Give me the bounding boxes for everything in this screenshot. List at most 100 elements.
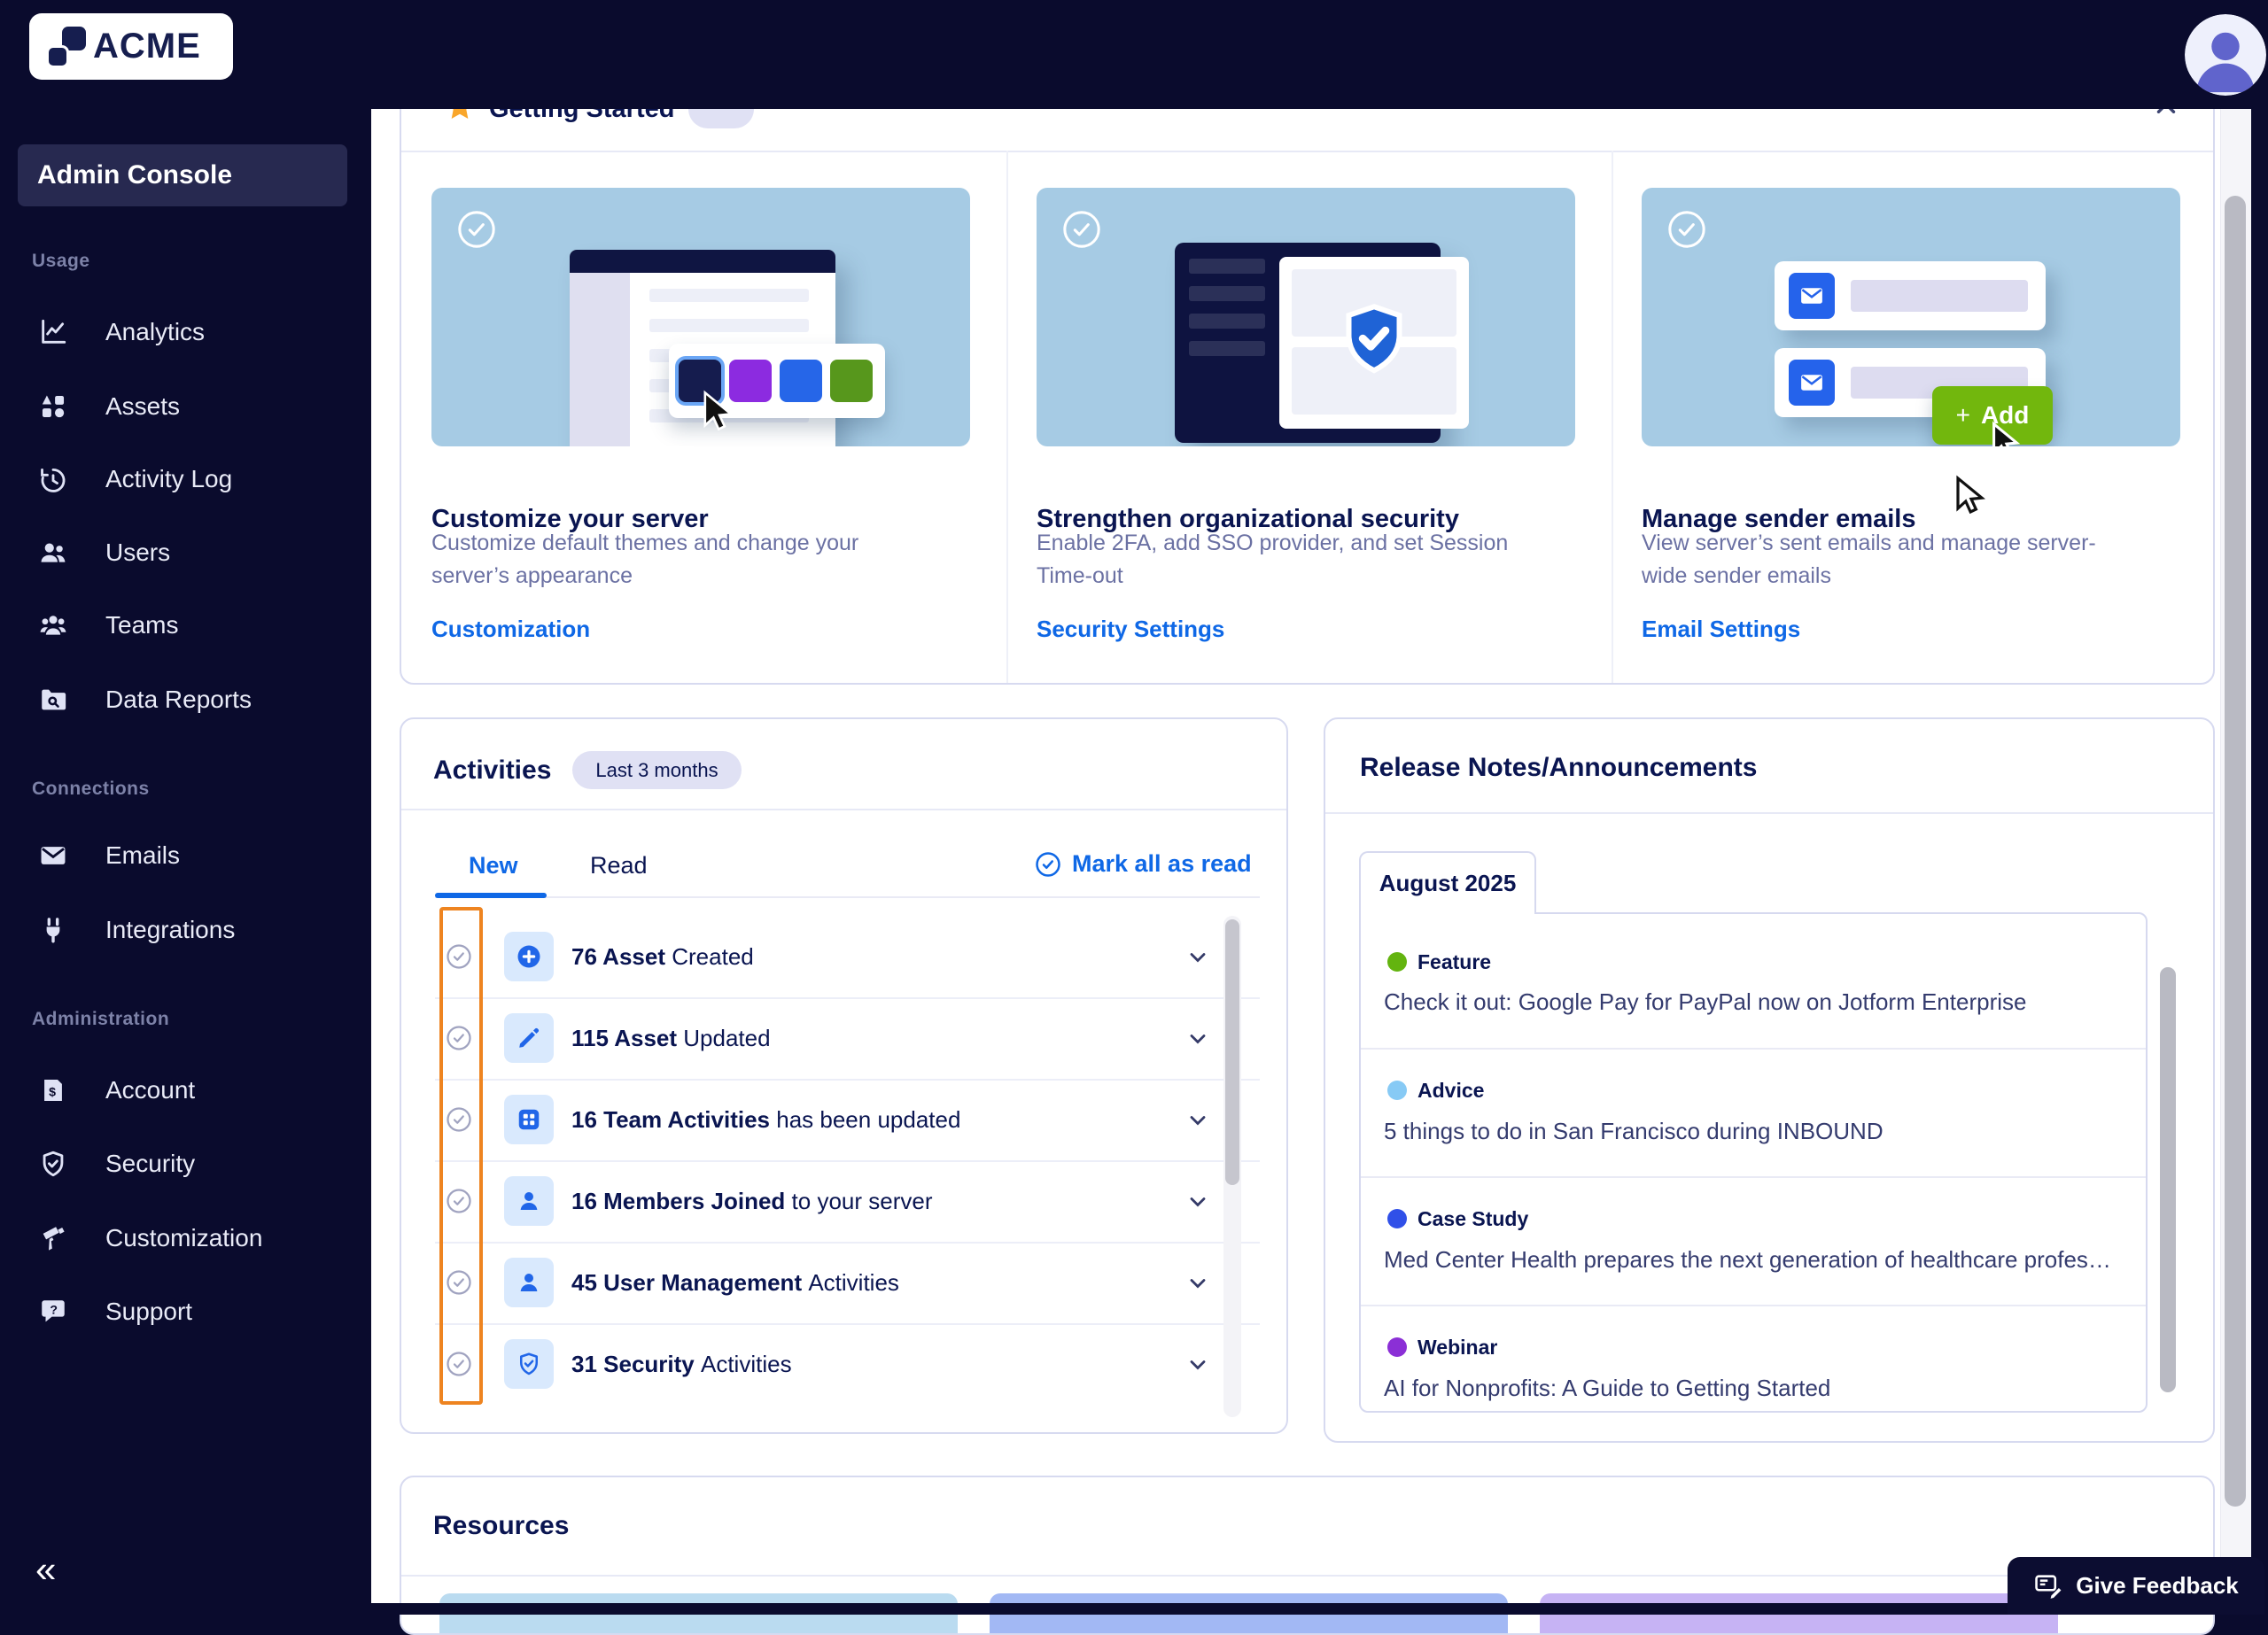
email-row bbox=[1775, 261, 2046, 330]
chevron-down-icon[interactable] bbox=[1185, 1271, 1210, 1300]
card-description: View server’s sent emails and manage ser… bbox=[1642, 531, 2096, 588]
release-notes-card: Release Notes/Announcements August 2025 … bbox=[1324, 717, 2215, 1443]
entry-divider bbox=[1361, 1048, 2146, 1050]
integrations-icon bbox=[37, 914, 69, 946]
shield-check-icon bbox=[504, 1339, 554, 1389]
advice-dot bbox=[1387, 1081, 1407, 1100]
cursor-icon bbox=[695, 388, 742, 438]
sender-emails-illustration: + Add bbox=[1642, 188, 2180, 446]
highlight-box bbox=[439, 907, 483, 1405]
chevron-down-icon[interactable] bbox=[1185, 1027, 1210, 1056]
tab-track bbox=[435, 896, 1260, 898]
assets-icon bbox=[37, 391, 69, 422]
divider bbox=[401, 809, 1286, 810]
activity-row-security[interactable]: 31 Security Activities bbox=[435, 1323, 1260, 1405]
divider bbox=[1325, 812, 2213, 814]
activities-card: Activities Last 3 months New Read .tab{t… bbox=[400, 717, 1288, 1434]
activity-log-icon bbox=[37, 463, 69, 495]
plus-circle-icon bbox=[504, 932, 554, 981]
sidebar-item-activity-log[interactable]: Activity Log bbox=[18, 454, 354, 504]
activity-row-asset-created[interactable]: 76 Asset Created bbox=[435, 916, 1260, 997]
emails-icon bbox=[37, 840, 69, 872]
plus-icon: + bbox=[1955, 401, 1970, 429]
entry-divider bbox=[1361, 1176, 2146, 1178]
chevron-down-icon[interactable] bbox=[1185, 1189, 1210, 1219]
sidebar-item-users[interactable]: Users bbox=[18, 528, 354, 577]
collapse-sidebar-button[interactable]: « bbox=[35, 1548, 56, 1591]
activity-row-user-management[interactable]: 45 User Management Activities bbox=[435, 1242, 1260, 1323]
sidebar-item-security[interactable]: Security bbox=[18, 1139, 354, 1189]
data-reports-icon bbox=[37, 684, 69, 716]
user-avatar[interactable] bbox=[2185, 14, 2266, 96]
customization-link[interactable]: Customization bbox=[431, 616, 590, 643]
security-illustration bbox=[1037, 188, 1575, 446]
activities-scrollbar-thumb[interactable] bbox=[1225, 919, 1239, 1185]
security-settings-link[interactable]: Security Settings bbox=[1037, 616, 1224, 643]
release-note-link[interactable]: AI for Nonprofits: A Guide to Getting St… bbox=[1384, 1375, 2137, 1402]
account-icon: $ bbox=[37, 1074, 69, 1106]
active-tab-underline bbox=[435, 893, 547, 898]
envelope-icon bbox=[1789, 273, 1835, 319]
sidebar-item-teams[interactable]: Teams bbox=[18, 601, 354, 650]
user-icon bbox=[504, 1176, 554, 1226]
svg-text:$: $ bbox=[49, 1085, 56, 1099]
shield-icon bbox=[37, 1148, 69, 1180]
page-scrollbar-thumb[interactable] bbox=[2225, 196, 2246, 1507]
chevron-down-icon[interactable] bbox=[1185, 1108, 1210, 1137]
svg-text:?: ? bbox=[50, 1303, 58, 1317]
sidebar-item-analytics[interactable]: Analytics bbox=[18, 307, 354, 357]
check-circle-icon bbox=[1666, 209, 1707, 254]
case-study-dot bbox=[1387, 1209, 1407, 1228]
card-description: Customize default themes and change your… bbox=[431, 531, 859, 588]
entry-tag: Feature bbox=[1387, 948, 1491, 976]
release-notes-scrollbar-thumb[interactable] bbox=[2160, 967, 2176, 1392]
page-scrollbar[interactable] bbox=[2220, 109, 2251, 1603]
date-range-badge: Last 3 months bbox=[572, 751, 742, 789]
sidebar-item-assets[interactable]: Assets bbox=[18, 382, 354, 431]
sidebar-item-customization[interactable]: Customization bbox=[18, 1213, 354, 1263]
user-icon bbox=[504, 1258, 554, 1307]
tab-read[interactable]: Read bbox=[590, 852, 648, 879]
help-bubble-icon: ? bbox=[37, 1296, 69, 1328]
sidebar-item-account[interactable]: $ Account bbox=[18, 1065, 354, 1115]
activity-row-members-joined[interactable]: 16 Members Joined to your server bbox=[435, 1160, 1260, 1242]
email-settings-link[interactable]: Email Settings bbox=[1642, 616, 1800, 643]
sidebar-item-admin-console[interactable]: Admin Console bbox=[18, 144, 347, 206]
mark-all-as-read-button[interactable]: Mark all as read bbox=[1035, 850, 1252, 878]
analytics-icon bbox=[37, 316, 69, 348]
release-note-link[interactable]: Med Center Health prepares the next gene… bbox=[1384, 1246, 2137, 1274]
resources-title: Resources bbox=[433, 1511, 570, 1540]
getting-started-card: Getting Started bbox=[400, 40, 2215, 685]
sidebar-item-integrations[interactable]: Integrations bbox=[18, 905, 354, 955]
divider bbox=[401, 1575, 2213, 1577]
release-notes-title: Release Notes/Announcements bbox=[1360, 753, 1758, 782]
top-bar bbox=[371, 0, 2268, 109]
sidebar-item-support[interactable]: ? Support bbox=[18, 1287, 354, 1337]
chevron-down-icon[interactable] bbox=[1185, 945, 1210, 974]
feature-dot bbox=[1387, 952, 1407, 972]
divider bbox=[401, 151, 2213, 152]
entry-tag: Case Study bbox=[1387, 1205, 1528, 1233]
grid-icon bbox=[504, 1095, 554, 1144]
sidebar-item-emails[interactable]: Emails bbox=[18, 831, 354, 880]
give-feedback-button[interactable]: Give Feedback bbox=[2008, 1557, 2264, 1615]
mock-admin-window bbox=[1175, 243, 1469, 443]
activity-row-asset-updated[interactable]: 115 Asset Updated bbox=[435, 997, 1260, 1079]
column-divider bbox=[1612, 151, 1613, 683]
activity-row-team-activities[interactable]: 16 Team Activities has been updated bbox=[435, 1079, 1260, 1160]
paint-roller-icon bbox=[37, 1222, 69, 1254]
color-swatch-blue bbox=[780, 360, 822, 402]
check-circle-icon bbox=[456, 209, 497, 254]
cursor-icon bbox=[1985, 420, 2026, 446]
sidebar-item-data-reports[interactable]: Data Reports bbox=[18, 675, 354, 725]
release-note-link[interactable]: 5 things to do in San Francisco during I… bbox=[1384, 1118, 2137, 1145]
activities-scrollbar[interactable] bbox=[1223, 916, 1241, 1417]
chevron-down-icon[interactable] bbox=[1185, 1352, 1210, 1382]
release-note-link[interactable]: Check it out: Google Pay for PayPal now … bbox=[1384, 988, 2137, 1016]
card-description: Enable 2FA, add SSO provider, and set Se… bbox=[1037, 531, 1509, 588]
acme-logo[interactable]: ACME bbox=[29, 13, 233, 80]
tab-new[interactable]: New bbox=[469, 852, 518, 879]
month-tab[interactable]: August 2025 bbox=[1359, 851, 1536, 914]
activities-title: Activities bbox=[433, 755, 552, 785]
section-label-administration: Administration bbox=[32, 1009, 170, 1029]
